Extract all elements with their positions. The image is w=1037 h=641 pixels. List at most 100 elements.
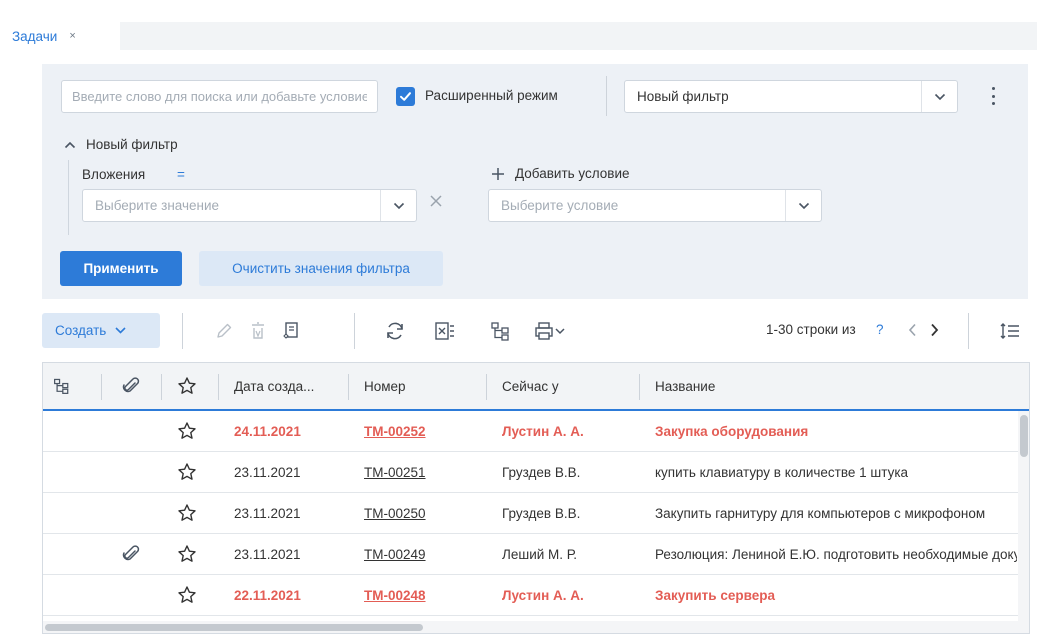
star-icon[interactable] (177, 411, 197, 451)
column-divider[interactable] (639, 374, 640, 400)
condition-operator[interactable]: = (177, 167, 185, 182)
cell-assignee: Лустин А. А. (502, 587, 584, 603)
close-icon[interactable]: × (69, 30, 75, 42)
cell-assignee: Лустин А. А. (502, 423, 584, 439)
create-button[interactable]: Создать (42, 313, 160, 348)
vertical-scrollbar[interactable] (1018, 411, 1029, 621)
column-header-number[interactable]: Номер (364, 363, 406, 409)
table-row[interactable]: 23.11.2021 ТМ-00249 Леший М. Р. Резолюция: … (43, 534, 1018, 575)
star-icon[interactable] (177, 363, 197, 409)
divider (354, 313, 355, 349)
cell-number: ТМ-00252 (364, 411, 482, 451)
cell-date: 23.11.2021 (234, 505, 301, 521)
hierarchy-icon[interactable] (53, 363, 71, 409)
cell-assignee: Груздев В.В. (502, 464, 581, 480)
chevron-down-icon[interactable] (785, 190, 821, 221)
star-icon[interactable] (177, 452, 197, 492)
cell-title: Закупка оборудования (655, 423, 809, 439)
cell-number: ТМ-00250 (364, 493, 482, 533)
column-header-date[interactable]: Дата созда... (234, 363, 314, 409)
attachment-icon[interactable] (121, 534, 141, 574)
cell-date: 23.11.2021 (234, 546, 301, 562)
scroll-thumb[interactable] (1020, 415, 1028, 457)
task-number-link[interactable]: ТМ-00248 (364, 588, 426, 603)
star-icon[interactable] (177, 534, 197, 574)
column-header-assignee[interactable]: Сейчас у (502, 363, 559, 409)
excel-icon[interactable] (432, 318, 458, 344)
divider (606, 76, 607, 116)
chevron-left-icon[interactable] (903, 320, 921, 340)
more-vertical-icon[interactable] (983, 84, 1003, 108)
refresh-icon[interactable] (382, 318, 408, 344)
task-number-link[interactable]: ТМ-00249 (364, 547, 426, 562)
chevron-right-icon[interactable] (925, 320, 943, 340)
horizontal-scrollbar[interactable] (43, 621, 1029, 633)
extended-mode-label[interactable]: Расширенный режим (425, 88, 558, 103)
edit-icon[interactable] (211, 318, 237, 344)
remove-condition-button[interactable] (428, 193, 444, 212)
clear-filter-button[interactable]: Очистить значения фильтра (199, 251, 443, 286)
cell-number: ТМ-00251 (364, 452, 482, 492)
star-icon[interactable] (177, 575, 197, 615)
filter-group-toggle[interactable]: Новый фильтр (64, 137, 178, 152)
cell-title: купить клавиатуру в количестве 1 штука (655, 464, 909, 480)
cell-assignee: Леший М. Р. (502, 546, 577, 562)
chevron-down-icon[interactable] (921, 81, 957, 112)
extended-mode-checkbox[interactable] (396, 87, 415, 106)
condition-value-placeholder: Выберите значение (95, 198, 220, 213)
pager-total-unknown[interactable]: ? (876, 322, 884, 337)
add-condition-placeholder: Выберите условие (501, 198, 619, 213)
delete-icon[interactable] (245, 318, 271, 344)
task-number-link[interactable]: ТМ-00251 (364, 465, 426, 480)
table-row[interactable]: 23.11.2021 ТМ-00251 Груздев В.В. купить кла… (43, 452, 1018, 493)
tasks-table: Дата созда... Номер Сейчас у Название 24… (42, 362, 1030, 634)
filter-group-line (68, 160, 69, 235)
filter-group-title: Новый фильтр (86, 137, 178, 152)
row-height-icon[interactable] (997, 318, 1023, 344)
chevron-up-icon (64, 141, 76, 148)
column-divider[interactable] (218, 374, 219, 400)
apply-button[interactable]: Применить (60, 251, 182, 286)
saved-filter-value: Новый фильтр (637, 89, 729, 104)
cell-date: 22.11.2021 (234, 587, 301, 603)
plus-icon (492, 167, 504, 180)
column-divider[interactable] (486, 374, 487, 400)
document-icon[interactable] (278, 318, 304, 344)
add-condition-button[interactable]: Добавить условие (491, 166, 630, 181)
x-icon (430, 195, 442, 207)
cell-title: Резолюция: Лениной Е.Ю. подготовить необ… (655, 546, 1017, 562)
saved-filter-select[interactable]: Новый фильтр (624, 80, 958, 113)
divider (968, 313, 969, 349)
add-condition-select[interactable]: Выберите условие (488, 189, 822, 222)
task-number-link[interactable]: ТМ-00250 (364, 506, 426, 521)
condition-field-label: Вложения (82, 167, 146, 182)
column-divider[interactable] (161, 374, 162, 400)
create-label: Создать (55, 323, 107, 338)
cell-assignee: Груздев В.В. (502, 505, 581, 521)
tab-tasks[interactable]: Задачи × (6, 20, 120, 50)
cell-date: 23.11.2021 (234, 464, 301, 480)
table-row[interactable]: 24.11.2021 ТМ-00252 Лустин А. А. Закупка об… (43, 411, 1018, 452)
table-row[interactable]: 23.11.2021 ТМ-00250 Груздев В.В. Закупить г… (43, 493, 1018, 534)
condition-value-select[interactable]: Выберите значение (82, 189, 417, 222)
column-divider[interactable] (101, 374, 102, 400)
check-icon (400, 92, 411, 101)
tab-bar: Задачи × (0, 0, 1037, 50)
print-button[interactable] (527, 318, 571, 344)
pager-text: 1-30 строки из (766, 322, 856, 337)
attachment-icon[interactable] (121, 363, 141, 409)
chevron-down-icon[interactable] (380, 190, 416, 221)
task-number-link[interactable]: ТМ-00252 (364, 424, 426, 439)
star-icon[interactable] (177, 493, 197, 533)
tab-label[interactable]: Задачи (12, 29, 57, 44)
cell-number: ТМ-00248 (364, 575, 482, 615)
cell-title: Закупить гарнитуру для компьютеров с мик… (655, 505, 986, 521)
search-input[interactable] (61, 80, 378, 113)
scroll-thumb[interactable] (45, 624, 423, 631)
column-divider[interactable] (348, 374, 349, 400)
print-icon (535, 322, 553, 340)
table-row[interactable]: 22.11.2021 ТМ-00248 Лустин А. А. Закупить с… (43, 575, 1018, 616)
hierarchy-icon[interactable] (488, 318, 514, 344)
column-header-title[interactable]: Название (655, 363, 715, 409)
divider (182, 313, 183, 349)
